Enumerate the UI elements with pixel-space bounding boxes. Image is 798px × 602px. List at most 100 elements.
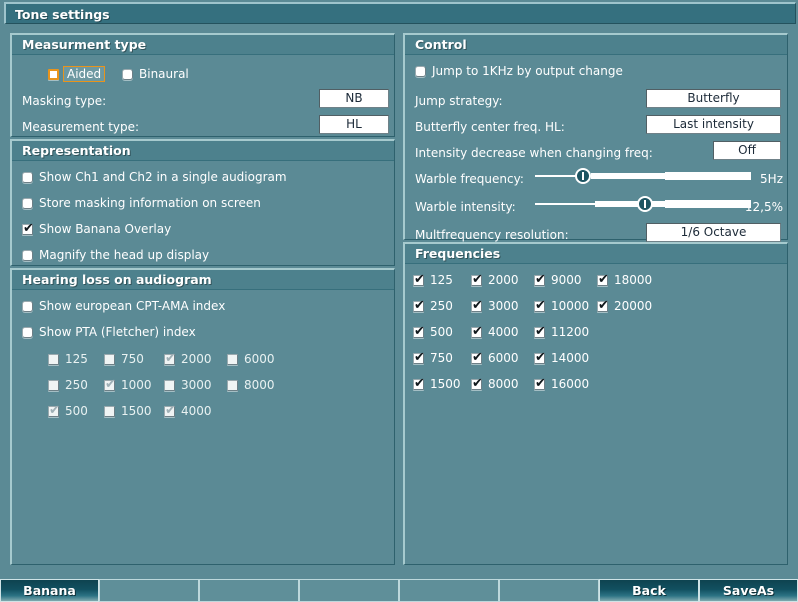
check-mark-icon: ✔ <box>414 297 425 313</box>
pta-freq-1000[interactable]: ✔ 1000 <box>104 378 152 392</box>
multifrequency-resolution-value[interactable]: 1/6 Octave <box>646 223 781 242</box>
checkbox-binaural[interactable]: Binaural <box>122 67 189 81</box>
checkbox-box[interactable]: ✔ <box>534 273 546 286</box>
frequency-10000[interactable]: ✔ 10000 <box>534 299 589 313</box>
button-slot-4[interactable] <box>299 579 399 602</box>
frequency-1500[interactable]: ✔ 1500 <box>413 377 461 391</box>
checkbox-show-pta-fletcher-index[interactable]: Show PTA (Fletcher) index <box>22 325 196 339</box>
jump-strategy-value[interactable]: Butterfly <box>646 89 781 108</box>
button-slot-5[interactable] <box>399 579 499 602</box>
button-saveas[interactable]: SaveAs <box>699 579 798 602</box>
checkbox-box[interactable]: ✔ <box>534 351 546 364</box>
pta-freq-3000[interactable]: 3000 <box>164 378 212 392</box>
checkbox-box[interactable]: ✔ <box>471 377 483 390</box>
checkbox-box[interactable] <box>227 353 238 365</box>
frequency-11200[interactable]: ✔ 11200 <box>534 325 589 339</box>
checkbox-box[interactable]: ✔ <box>104 378 116 391</box>
checkbox-show-banana-overlay[interactable]: ✔ Show Banana Overlay <box>22 222 171 236</box>
frequency-20000[interactable]: ✔ 20000 <box>597 299 652 313</box>
warble-frequency-value: 5Hz <box>760 172 783 186</box>
checkbox-box[interactable] <box>22 197 33 209</box>
button-banana[interactable]: Banana <box>0 579 99 602</box>
frequency-250[interactable]: ✔ 250 <box>413 299 453 313</box>
pta-freq-1500[interactable]: 1500 <box>104 404 152 418</box>
checkbox-box[interactable] <box>164 379 175 391</box>
checkbox-box[interactable] <box>48 353 59 365</box>
checkbox-box[interactable] <box>415 65 426 77</box>
checkbox-aided-box[interactable] <box>48 68 59 80</box>
checkbox-box[interactable]: ✔ <box>413 273 425 286</box>
tone-settings-window: Tone settings Measurment type Aided Bina… <box>0 0 798 602</box>
butterfly-center-freq-value[interactable]: Last intensity <box>646 115 781 134</box>
checkbox-box[interactable] <box>104 405 115 417</box>
checkbox-box[interactable]: ✔ <box>413 325 425 338</box>
checkbox-box[interactable] <box>22 249 33 261</box>
checkbox-box[interactable]: ✔ <box>471 273 483 286</box>
frequency-9000[interactable]: ✔ 9000 <box>534 273 582 287</box>
checkbox-box[interactable]: ✔ <box>471 351 483 364</box>
button-slot-2[interactable] <box>99 579 199 602</box>
frequency-6000[interactable]: ✔ 6000 <box>471 351 519 365</box>
jump-strategy-label: Jump strategy: <box>415 94 503 108</box>
frequency-16000[interactable]: ✔ 16000 <box>534 377 589 391</box>
checkbox-box[interactable] <box>104 353 115 365</box>
checkbox-box[interactable]: ✔ <box>164 352 176 365</box>
frequency-8000[interactable]: ✔ 8000 <box>471 377 519 391</box>
checkbox-box[interactable] <box>48 378 60 391</box>
frequency-18000[interactable]: ✔ 18000 <box>597 273 652 287</box>
pta-freq-8000[interactable]: 8000 <box>227 378 275 392</box>
checkbox-box[interactable]: ✔ <box>534 299 546 312</box>
checkbox-box[interactable]: ✔ <box>534 323 546 339</box>
check-mark-icon: ✔ <box>535 323 546 339</box>
checkbox-box[interactable]: ✔ <box>471 299 483 312</box>
pta-freq-6000[interactable]: 6000 <box>227 352 275 366</box>
checkbox-show-ch1-ch2-single-audiogram[interactable]: Show Ch1 and Ch2 in a single audiogram <box>22 170 287 184</box>
checkbox-box[interactable] <box>22 171 33 183</box>
checkbox-jump-to-1khz[interactable]: Jump to 1KHz by output change <box>415 64 623 78</box>
frequency-14000[interactable]: ✔ 14000 <box>534 351 589 365</box>
pta-freq-750[interactable]: 750 <box>104 352 144 366</box>
warble-frequency-label: Warble frequency: <box>415 172 524 186</box>
pta-freq-2000[interactable]: ✔ 2000 <box>164 352 212 366</box>
checkbox-aided[interactable]: Aided <box>48 66 106 82</box>
slider-thumb[interactable] <box>575 168 591 184</box>
checkbox-box[interactable]: ✔ <box>413 297 425 313</box>
pta-freq-125[interactable]: 125 <box>48 352 88 366</box>
frequency-3000[interactable]: ✔ 3000 <box>471 299 519 313</box>
checkbox-box[interactable]: ✔ <box>413 377 425 390</box>
checkbox-box[interactable]: ✔ <box>597 273 609 286</box>
checkbox-box[interactable] <box>22 300 33 312</box>
measurement-type-group: Measurment type Aided Binaural Masking t… <box>10 33 395 137</box>
pta-freq-4000[interactable]: ✔ 4000 <box>164 404 212 418</box>
checkbox-box[interactable] <box>22 326 33 338</box>
hearing-loss-group: Hearing loss on audiogram Show european … <box>10 268 395 565</box>
checkbox-box[interactable]: ✔ <box>471 325 483 338</box>
checkbox-binaural-box[interactable] <box>122 68 133 80</box>
check-mark-icon <box>49 378 60 391</box>
frequency-750[interactable]: ✔ 750 <box>413 351 453 365</box>
checkbox-box[interactable]: ✔ <box>48 404 60 417</box>
button-back[interactable]: Back <box>599 579 699 602</box>
frequency-125[interactable]: ✔ 125 <box>413 273 453 287</box>
checkbox-box[interactable]: ✔ <box>597 299 609 312</box>
button-slot-6[interactable] <box>499 579 599 602</box>
intensity-decrease-value[interactable]: Off <box>713 141 781 160</box>
slider-thumb[interactable] <box>637 196 653 212</box>
frequency-500[interactable]: ✔ 500 <box>413 325 453 339</box>
checkbox-show-european-cpt-ama-index[interactable]: Show european CPT-AMA index <box>22 299 225 313</box>
checkbox-box[interactable]: ✔ <box>22 222 34 235</box>
pta-freq-label: 1000 <box>121 378 152 392</box>
pta-freq-250[interactable]: 250 <box>48 378 88 392</box>
pta-freq-500[interactable]: ✔ 500 <box>48 404 88 418</box>
masking-type-value[interactable]: NB <box>319 89 389 108</box>
button-slot-3[interactable] <box>199 579 299 602</box>
frequency-2000[interactable]: ✔ 2000 <box>471 273 519 287</box>
checkbox-store-masking-information[interactable]: Store masking information on screen <box>22 196 261 210</box>
frequency-4000[interactable]: ✔ 4000 <box>471 325 519 339</box>
checkbox-box[interactable] <box>227 379 238 391</box>
checkbox-box[interactable]: ✔ <box>164 404 176 417</box>
checkbox-box[interactable]: ✔ <box>534 377 546 390</box>
checkbox-magnify-head-up-display[interactable]: Magnify the head up display <box>22 248 209 262</box>
measurement-type-value[interactable]: HL <box>319 115 389 134</box>
checkbox-box[interactable]: ✔ <box>413 351 425 364</box>
